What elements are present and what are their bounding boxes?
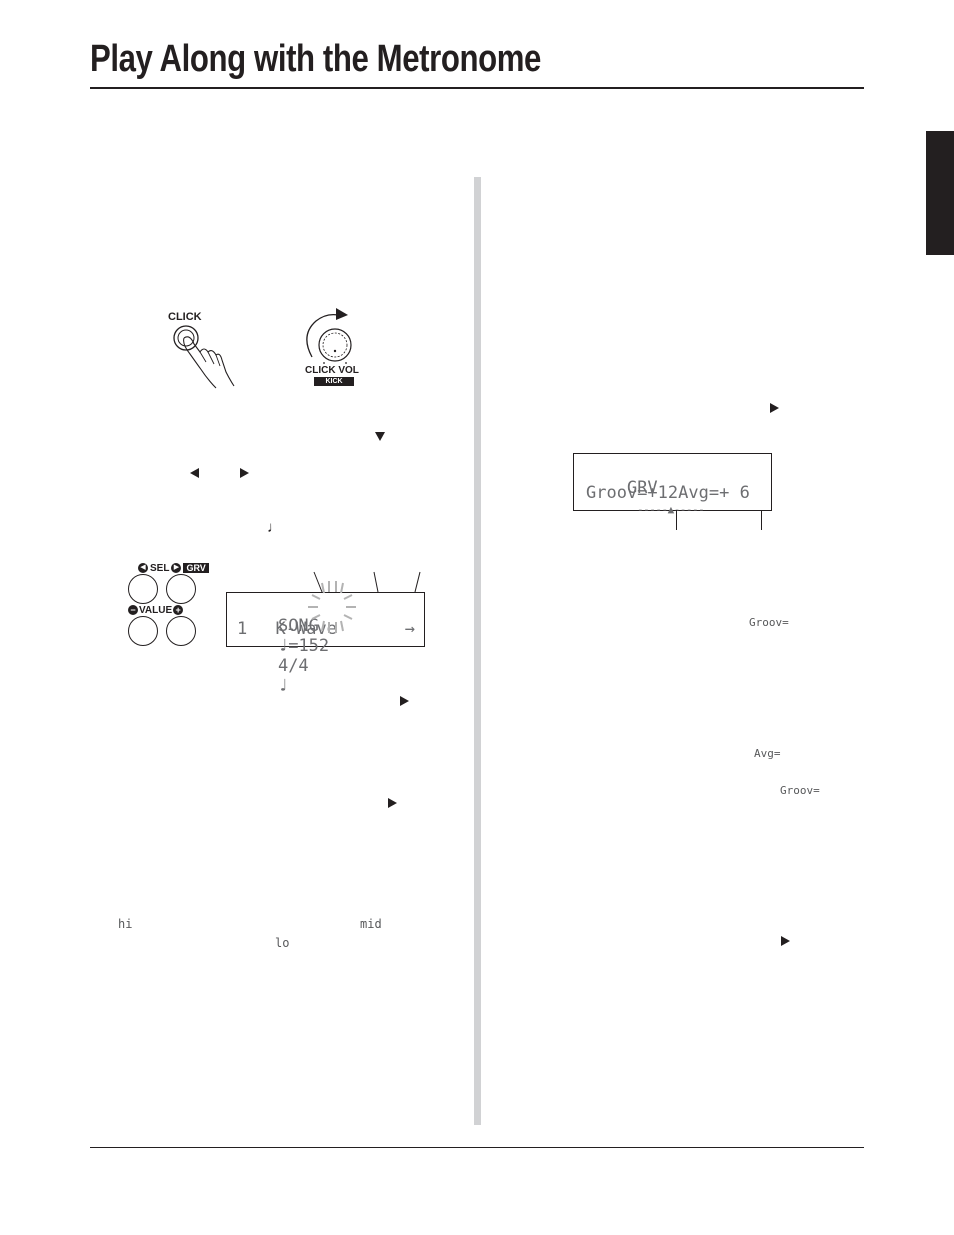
grv-tag: GRV — [183, 563, 209, 573]
hand-pressing-button-icon — [173, 325, 235, 389]
tempo-callout-line — [313, 571, 323, 593]
grv-lcd-line2: Groov=+12Avg=+ 6 — [586, 483, 750, 503]
click-vol-knob-figure: CLICK VOL KICK — [300, 305, 370, 390]
hi-setting-text: hi — [118, 917, 133, 931]
groov-value: +12 — [647, 483, 679, 503]
kick-tag: KICK — [314, 377, 354, 386]
down-arrow-icon — [375, 432, 385, 441]
sel-label: SEL — [150, 562, 170, 574]
groov-label: Groov= — [586, 483, 648, 503]
click-button-figure: CLICK — [160, 308, 250, 389]
value-plus-button[interactable] — [166, 616, 196, 646]
lo-setting-text: lo — [275, 936, 290, 950]
click-vol-label: CLICK VOL — [305, 365, 359, 376]
song-number: 1 — [237, 619, 248, 639]
footer-divider — [90, 1147, 864, 1148]
right-arrow-icon — [400, 696, 409, 706]
plus-icon: + — [173, 605, 184, 615]
sel-right-button[interactable] — [166, 574, 196, 604]
column-divider — [474, 177, 481, 1125]
next-page-arrow: → — [404, 619, 415, 639]
avg-value: + 6 — [719, 483, 750, 503]
avg-inline-text: Avg= — [754, 747, 781, 760]
left-arrow-icon — [190, 468, 199, 478]
groov-inline-text: Groov= — [780, 784, 820, 797]
quarter-note-icon: ♩ — [267, 519, 282, 536]
right-arrow-icon — [240, 468, 249, 478]
right-arrow-icon — [770, 403, 779, 413]
avg-callout-line — [761, 510, 762, 530]
page-title: Play Along with the Metronome — [90, 38, 541, 80]
groov-inline-text: Groov= — [749, 616, 789, 629]
groove-meter: -----▲----- — [636, 503, 705, 516]
sel-value-button-panel: ◀ SEL ▶ GRV − VALUE + — [124, 562, 214, 648]
sel-right-icon: ▶ — [171, 563, 182, 573]
value-label: VALUE — [139, 604, 173, 616]
value-minus-button[interactable] — [128, 616, 158, 646]
sel-left-button[interactable] — [128, 574, 158, 604]
click-note-icon: ♩ — [277, 676, 289, 696]
rotary-knob-icon — [306, 308, 352, 364]
avg-label: Avg= — [678, 483, 720, 503]
grv-lcd-display: GRV -----▲----- Groov=+12Avg=+ 6 — [573, 453, 772, 516]
sel-left-icon: ◀ — [138, 563, 148, 573]
click-note-callout-line — [414, 571, 421, 593]
song-lcd-display: SONG ♩=152 4/4 ♩ 1 K-Wave → — [226, 581, 425, 696]
right-arrow-icon — [388, 798, 397, 808]
section-tab-marker — [926, 131, 954, 255]
sel-header: ◀ SEL ▶ GRV — [138, 562, 209, 574]
time-signature: 4/4 — [277, 656, 309, 676]
mid-setting-text: mid — [360, 917, 382, 931]
song-lcd-callout-lines — [313, 571, 421, 593]
groov-callout-line — [676, 510, 677, 530]
title-divider — [90, 87, 864, 89]
time-signature-callout-line — [373, 571, 379, 593]
value-header: − VALUE + — [128, 604, 184, 616]
minus-icon: − — [128, 605, 138, 615]
right-arrow-icon — [781, 936, 790, 946]
